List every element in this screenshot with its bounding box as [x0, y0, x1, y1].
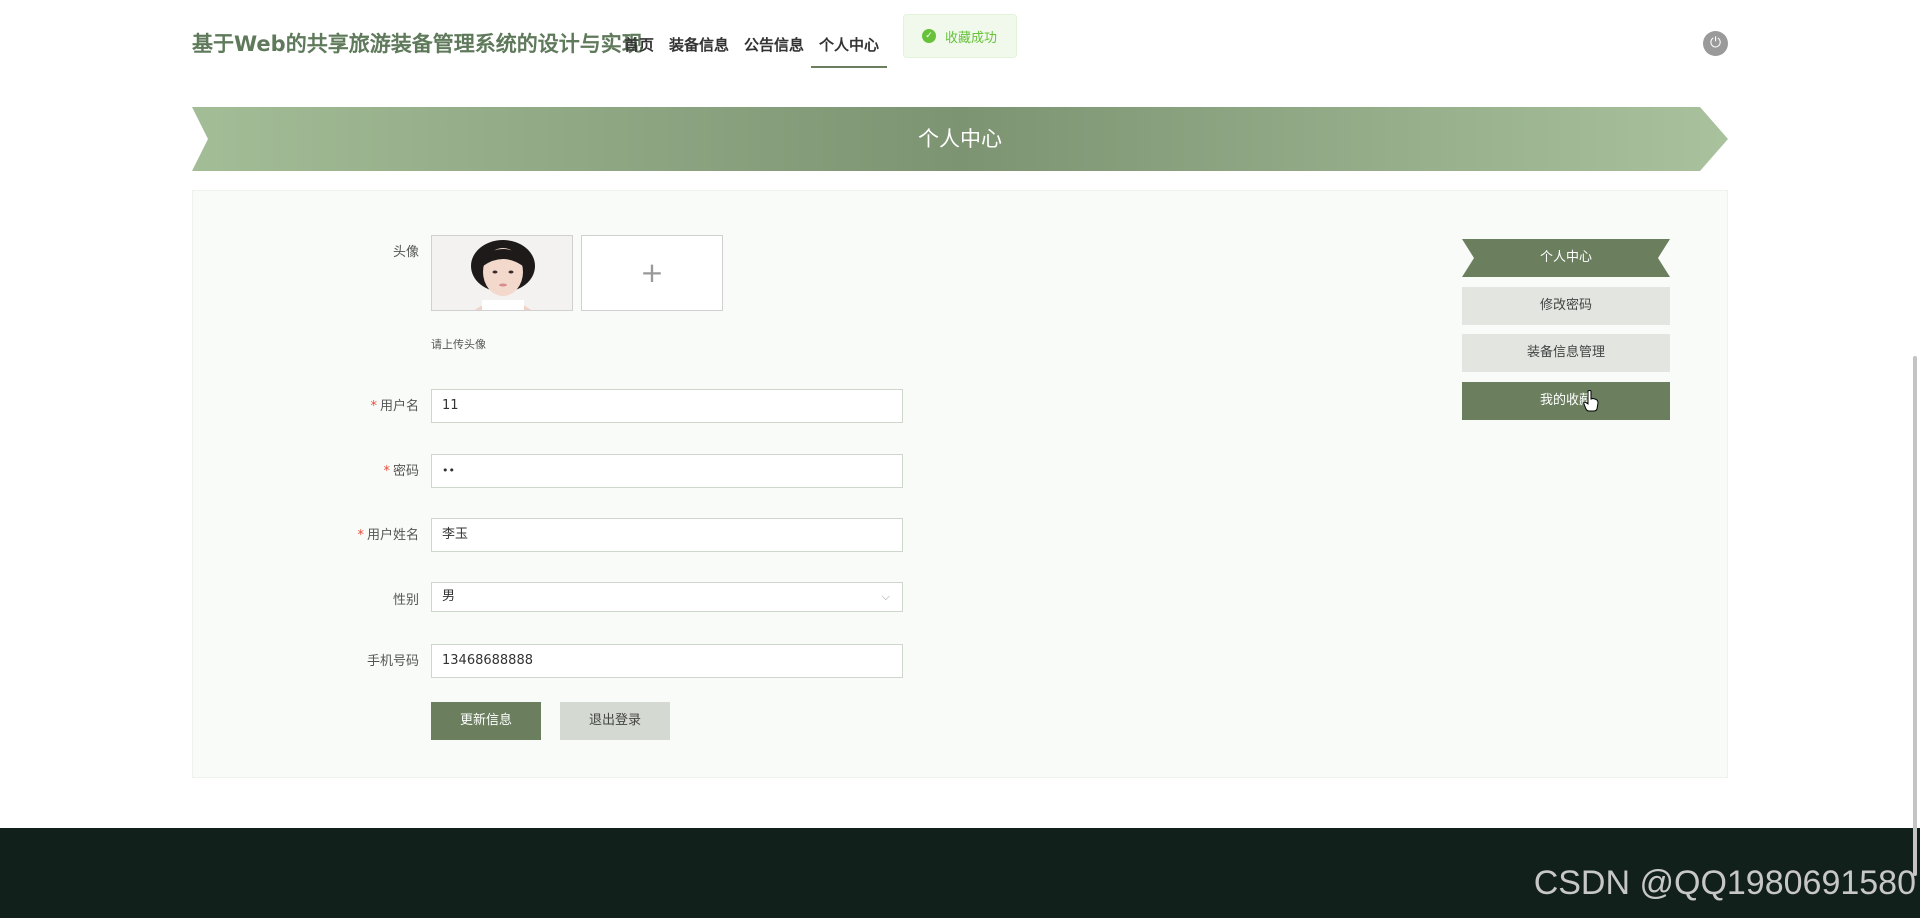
hand-cursor-icon — [1583, 390, 1599, 412]
upload-hint: 请上传头像 — [431, 338, 486, 351]
plus-icon: + — [640, 256, 664, 289]
watermark: CSDN @QQ1980691580 — [1533, 864, 1916, 902]
footer: CSDN @QQ1980691580 — [0, 828, 1920, 918]
content-panel — [192, 190, 1728, 778]
page-banner: 个人中心 — [192, 107, 1728, 171]
fullname-input[interactable]: 李玉 — [431, 518, 903, 552]
nav-notices[interactable]: 公告信息 — [744, 34, 804, 68]
success-toast: ✓ 收藏成功 — [903, 14, 1017, 58]
phone-input[interactable]: 13468688888 — [431, 644, 903, 678]
top-nav: 首页 装备信息 公告信息 个人中心 — [624, 34, 902, 68]
nav-home[interactable]: 首页 — [624, 34, 654, 68]
update-info-button[interactable]: 更新信息 — [431, 702, 541, 740]
side-item-equipment-manage[interactable]: 装备信息管理 — [1462, 334, 1670, 372]
gender-select[interactable]: 男 ⌵ — [431, 582, 903, 612]
phone-label: 手机号码 — [366, 654, 419, 669]
avatar-label: 头像 — [392, 245, 419, 260]
logout-button[interactable]: 退出登录 — [560, 702, 670, 740]
password-label: * 密码 — [383, 464, 419, 479]
side-item-label: 个人中心 — [1539, 250, 1592, 265]
side-item-change-password[interactable]: 修改密码 — [1462, 287, 1670, 325]
gender-label: 性别 — [392, 593, 419, 608]
avatar-image — [432, 236, 572, 310]
power-icon[interactable]: ⏻ — [1703, 31, 1728, 56]
nav-equipment[interactable]: 装备信息 — [669, 34, 729, 68]
side-item-personal-center[interactable]: 个人中心 — [1462, 239, 1670, 277]
scrollbar[interactable] — [1913, 356, 1917, 876]
banner-title: 个人中心 — [918, 127, 1002, 151]
avatar-upload-button[interactable]: + — [581, 235, 723, 311]
chevron-down-icon: ⌵ — [881, 590, 890, 603]
site-title: 基于Web的共享旅游装备管理系统的设计与实现 — [192, 32, 643, 56]
password-input[interactable]: •• — [431, 454, 903, 488]
page: 基于Web的共享旅游装备管理系统的设计与实现 首页 装备信息 公告信息 个人中心… — [0, 0, 1920, 918]
username-label: * 用户名 — [370, 399, 419, 414]
avatar — [431, 235, 573, 311]
fullname-label: * 用户姓名 — [357, 528, 419, 543]
username-input[interactable]: 11 — [431, 389, 903, 423]
side-item-my-favorites[interactable]: 我的收藏 — [1462, 382, 1670, 420]
toast-message: 收藏成功 — [945, 30, 998, 46]
nav-personal-center[interactable]: 个人中心 — [811, 34, 888, 68]
gender-value: 男 — [442, 589, 456, 604]
check-circle-icon: ✓ — [922, 29, 936, 43]
